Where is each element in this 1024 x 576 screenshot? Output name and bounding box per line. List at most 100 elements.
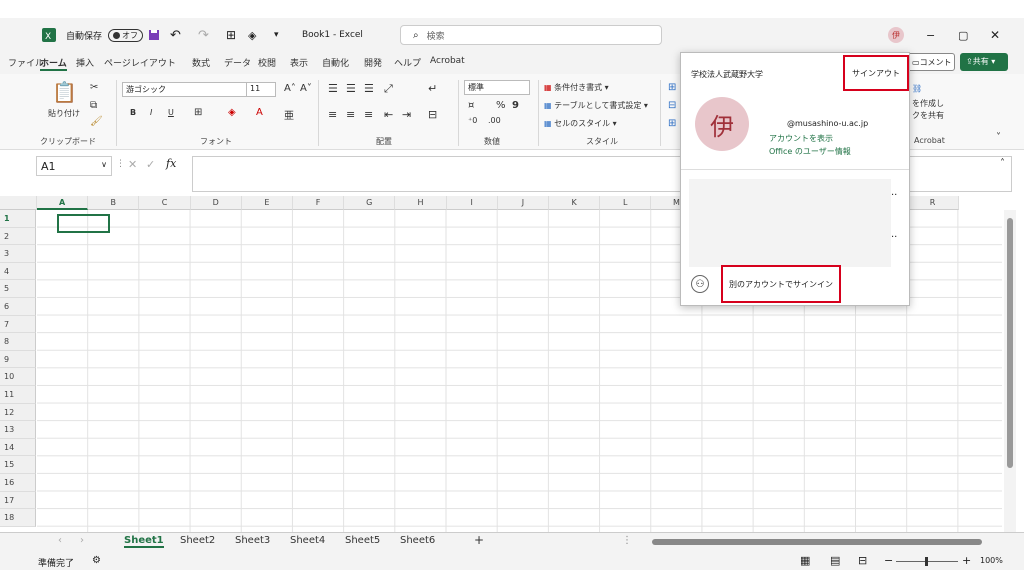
- vertical-scrollbar[interactable]: [1004, 210, 1016, 532]
- font-color-icon[interactable]: A: [256, 107, 263, 118]
- tab-home[interactable]: ホーム: [40, 56, 67, 71]
- name-box[interactable]: A1 ∨: [36, 156, 112, 176]
- borders-icon[interactable]: ⊞: [226, 18, 236, 52]
- align-right-icon[interactable]: ≡: [364, 108, 373, 121]
- account-more-button[interactable]: ..: [891, 229, 897, 240]
- comment-button[interactable]: ▭コメント: [907, 53, 955, 71]
- column-header[interactable]: K: [549, 196, 601, 210]
- tab-developer[interactable]: 開発: [364, 56, 382, 69]
- prev-sheet-icon[interactable]: ‹: [58, 535, 62, 546]
- row-header[interactable]: 14: [0, 438, 36, 457]
- zoom-slider-thumb[interactable]: [925, 557, 928, 566]
- sheet-tab-sheet1[interactable]: Sheet1: [124, 535, 164, 548]
- normal-view-icon[interactable]: ▦: [800, 554, 810, 567]
- indent-decrease-icon[interactable]: ⇤: [384, 108, 393, 121]
- orientation-icon[interactable]: ⤢: [384, 82, 393, 96]
- acrobat-line1[interactable]: を作成し: [912, 98, 944, 109]
- row-header[interactable]: 4: [0, 262, 36, 281]
- close-icon[interactable]: ✕: [990, 18, 1000, 52]
- zoom-level[interactable]: 100%: [980, 556, 1003, 565]
- signin-other-account-button[interactable]: 別のアカウントでサインイン: [721, 265, 841, 303]
- currency-icon[interactable]: ¤: [468, 100, 474, 111]
- italic-button[interactable]: I: [150, 108, 152, 117]
- restore-icon[interactable]: ▢: [958, 18, 968, 52]
- column-header[interactable]: C: [139, 196, 191, 210]
- collapse-ribbon-icon[interactable]: ˅: [996, 132, 1001, 143]
- search-box[interactable]: ⌕ 検索: [400, 18, 662, 52]
- zoom-out-icon[interactable]: −: [884, 554, 893, 567]
- cell-styles-button[interactable]: ▦ セルのスタイル ▾: [544, 118, 617, 129]
- row-header[interactable]: 1: [0, 210, 36, 228]
- paste-icon[interactable]: 📋: [52, 80, 77, 104]
- vertical-scroll-thumb[interactable]: [1007, 218, 1013, 468]
- tab-insert[interactable]: 挿入: [76, 56, 94, 69]
- format-cells-icon[interactable]: ⊞: [668, 118, 676, 129]
- row-header[interactable]: 8: [0, 333, 36, 351]
- horizontal-scroll-thumb[interactable]: [652, 539, 982, 545]
- tab-view[interactable]: 表示: [290, 56, 308, 69]
- row-header[interactable]: 5: [0, 280, 36, 298]
- redo-icon[interactable]: ↷: [198, 18, 209, 52]
- page-break-view-icon[interactable]: ⊟: [858, 554, 867, 567]
- paste-label[interactable]: 貼り付け: [48, 108, 80, 119]
- zoom-in-icon[interactable]: +: [962, 554, 971, 567]
- column-header[interactable]: J: [497, 196, 549, 210]
- page-layout-view-icon[interactable]: ▤: [830, 554, 840, 567]
- phonetic-icon[interactable]: 亜: [284, 107, 294, 122]
- row-header[interactable]: 11: [0, 386, 36, 404]
- comma-button[interactable]: 9: [512, 100, 519, 111]
- number-format-select[interactable]: 標準: [464, 80, 530, 95]
- font-name-select[interactable]: 游ゴシック: [122, 82, 260, 97]
- format-painter-icon[interactable]: 🖌: [90, 116, 103, 127]
- fill-color-icon[interactable]: ◈: [248, 18, 256, 52]
- customize-qat-icon[interactable]: ▾: [274, 18, 279, 52]
- sheet-tab-sheet3[interactable]: Sheet3: [235, 535, 270, 546]
- next-sheet-icon[interactable]: ›: [80, 535, 84, 546]
- column-header[interactable]: B: [88, 196, 140, 210]
- row-header[interactable]: 12: [0, 403, 36, 422]
- insert-function-button[interactable]: fx: [166, 157, 176, 170]
- horizontal-scrollbar[interactable]: [640, 539, 1000, 546]
- percent-button[interactable]: %: [496, 100, 506, 111]
- font-grow-icon[interactable]: A˄: [284, 83, 296, 94]
- bold-button[interactable]: B: [130, 108, 136, 117]
- tab-acrobat[interactable]: Acrobat: [430, 56, 465, 66]
- row-header[interactable]: 13: [0, 421, 36, 439]
- zoom-slider[interactable]: [896, 557, 958, 566]
- row-header[interactable]: 15: [0, 456, 36, 474]
- column-header[interactable]: R: [907, 196, 959, 210]
- align-middle-icon[interactable]: ☰: [346, 82, 356, 95]
- underline-button[interactable]: U: [168, 108, 174, 117]
- cut-icon[interactable]: ✂: [90, 82, 98, 93]
- select-all-corner[interactable]: [0, 196, 37, 210]
- tab-data[interactable]: データ: [224, 56, 251, 69]
- sheet-tab-sheet5[interactable]: Sheet5: [345, 535, 380, 546]
- align-top-icon[interactable]: ☰: [328, 82, 338, 95]
- row-header[interactable]: 10: [0, 368, 36, 386]
- account-more-button[interactable]: ..: [891, 187, 897, 198]
- border-icon[interactable]: ⊞: [194, 107, 202, 118]
- row-header[interactable]: 9: [0, 350, 36, 369]
- save-icon[interactable]: [148, 18, 160, 52]
- enter-icon[interactable]: ✓: [146, 158, 155, 171]
- column-header[interactable]: L: [600, 196, 652, 210]
- acrobat-link-icon[interactable]: ⛓: [912, 84, 922, 93]
- insert-cells-icon[interactable]: ⊞: [668, 82, 676, 93]
- row-header[interactable]: 3: [0, 245, 36, 263]
- autosave-toggle[interactable]: オフ: [108, 18, 143, 52]
- active-cell[interactable]: [57, 214, 110, 233]
- align-left-icon[interactable]: ≡: [328, 108, 337, 121]
- row-header[interactable]: 17: [0, 491, 36, 510]
- column-header[interactable]: H: [395, 196, 447, 210]
- sheet-tab-sheet2[interactable]: Sheet2: [180, 535, 215, 546]
- add-sheet-button[interactable]: +: [474, 533, 484, 547]
- column-header[interactable]: G: [344, 196, 396, 210]
- conditional-format-button[interactable]: ▦ 条件付き書式 ▾: [544, 82, 609, 93]
- cancel-icon[interactable]: ✕: [128, 158, 137, 171]
- decimal-increase-icon[interactable]: ⁺0: [468, 116, 477, 125]
- add-account-icon[interactable]: ⚇: [691, 275, 709, 293]
- sheet-tab-sheet4[interactable]: Sheet4: [290, 535, 325, 546]
- column-header[interactable]: D: [190, 196, 242, 210]
- delete-cells-icon[interactable]: ⊟: [668, 100, 676, 111]
- office-info-link[interactable]: Office のユーザー情報: [769, 146, 851, 157]
